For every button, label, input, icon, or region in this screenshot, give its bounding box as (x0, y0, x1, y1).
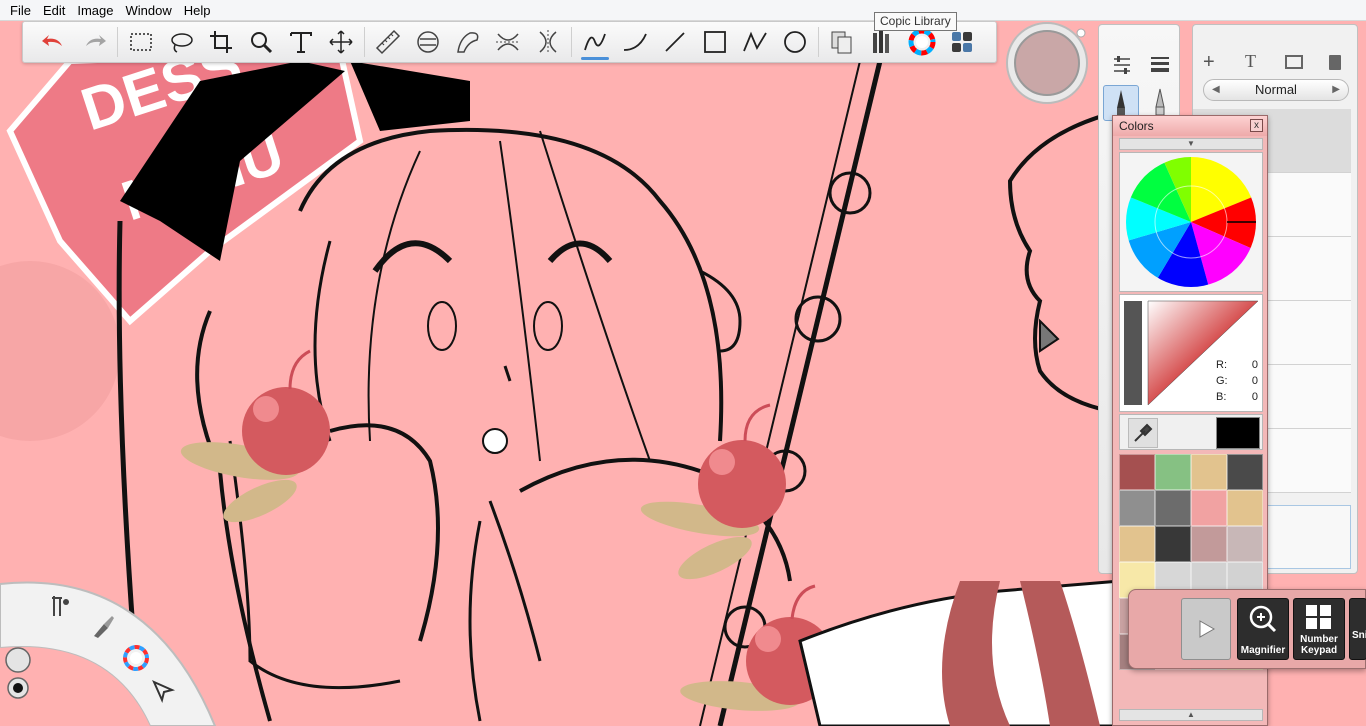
color-swatch[interactable] (1227, 454, 1263, 490)
add-image-layer-icon[interactable] (1285, 55, 1303, 69)
lagoon-tray: Magnifier NumberKeypad Sni (1128, 589, 1366, 669)
saturation-picker[interactable]: R: 0 G: 0 B: 0 (1119, 294, 1263, 412)
current-color-swatch[interactable] (1216, 417, 1260, 449)
main-toolbar (22, 21, 997, 63)
green-value-row: G: 0 (1216, 375, 1258, 388)
magnifier-label: Magnifier (1240, 645, 1286, 656)
number-keypad-label: Number Keypad (1300, 634, 1338, 656)
blue-value-row: B: 0 (1216, 391, 1258, 404)
play-icon[interactable] (1181, 598, 1231, 660)
magnifier-button[interactable]: Magnifier (1237, 598, 1289, 660)
color-swatch[interactable] (1155, 454, 1191, 490)
line-icon[interactable] (658, 24, 692, 60)
french-curve-icon[interactable] (451, 24, 485, 60)
ruler-icon[interactable] (371, 24, 405, 60)
color-swatch[interactable] (1119, 526, 1155, 562)
menu-file[interactable]: File (4, 0, 37, 21)
snip-button[interactable]: Sni (1349, 598, 1366, 660)
chevron-down-icon[interactable]: ▼ (1119, 138, 1263, 150)
move-icon[interactable] (324, 24, 358, 60)
color-swatch[interactable] (1191, 490, 1227, 526)
add-text-layer-icon[interactable]: T (1245, 51, 1256, 72)
redo-icon[interactable] (77, 24, 111, 60)
lagoon-radial-menu (0, 578, 220, 726)
number-keypad-button[interactable]: Number Keypad (1293, 598, 1345, 660)
undo-icon[interactable] (37, 24, 71, 60)
layer-trash-icon[interactable] (1329, 55, 1341, 70)
polyline-icon[interactable] (738, 24, 772, 60)
zoom-icon[interactable] (244, 24, 278, 60)
colors-panel-title: Colors (1113, 116, 1267, 136)
red-value-field[interactable]: 0 (1238, 359, 1258, 372)
color-swatch[interactable] (1227, 526, 1263, 562)
lasso-icon[interactable] (164, 24, 198, 60)
eyedropper-icon[interactable] (1128, 418, 1158, 448)
color-swatch[interactable] (1155, 526, 1191, 562)
color-editor-icon[interactable] (122, 644, 150, 672)
toolbar-separator (818, 27, 819, 57)
brush-icon[interactable] (90, 614, 116, 640)
ellipse-icon[interactable] (778, 24, 812, 60)
blue-value-field[interactable]: 0 (1238, 391, 1258, 404)
toolbar-separator (364, 27, 365, 57)
menu-bar: File Edit Image Window Help (0, 0, 1366, 21)
red-value-row: R: 0 (1216, 359, 1258, 372)
menu-image[interactable]: Image (71, 0, 119, 21)
color-swatch[interactable] (1227, 490, 1263, 526)
menu-edit[interactable]: Edit (37, 0, 71, 21)
color-wheel[interactable] (1119, 152, 1263, 292)
toolbar-separator (117, 27, 118, 57)
symmetry-icon[interactable] (491, 24, 525, 60)
blend-mode-right-icon[interactable]: ▶ (1332, 80, 1340, 100)
blend-mode-select[interactable]: ◀ Normal ▶ (1203, 79, 1349, 101)
stroke-curve-icon[interactable] (618, 24, 652, 60)
tooltip-copic-library: Copic Library (874, 12, 957, 31)
color-puck[interactable] (1003, 21, 1095, 109)
blend-mode-left-icon[interactable]: ◀ (1212, 80, 1220, 100)
select-arrow-icon[interactable] (150, 678, 176, 704)
color-swatch-grid (1119, 454, 1263, 710)
color-swatch[interactable] (1191, 454, 1227, 490)
close-icon[interactable]: x (1250, 119, 1263, 132)
text-icon[interactable] (284, 24, 318, 60)
tools-icon[interactable] (48, 594, 72, 618)
color-swatch[interactable] (1119, 454, 1155, 490)
select-rect-icon[interactable] (124, 24, 158, 60)
eyedropper-row (1119, 414, 1263, 450)
pencil-curve-icon[interactable] (578, 24, 612, 60)
brush-properties-icon[interactable] (1111, 53, 1133, 75)
snip-label: Sni (1352, 630, 1366, 641)
color-swatch[interactable] (1155, 490, 1191, 526)
blend-mode-value: Normal (1255, 82, 1297, 97)
rectangle-icon[interactable] (698, 24, 732, 60)
green-value-field[interactable]: 0 (1238, 375, 1258, 388)
color-swatch[interactable] (1119, 490, 1155, 526)
ellipse-guide-icon[interactable] (411, 24, 445, 60)
menu-window[interactable]: Window (120, 0, 178, 21)
chevron-up-icon[interactable]: ▲ (1119, 709, 1263, 721)
copy-icon[interactable] (825, 24, 859, 60)
color-swatch[interactable] (1191, 526, 1227, 562)
add-layer-icon[interactable]: + (1203, 51, 1215, 74)
crop-icon[interactable] (204, 24, 238, 60)
toolbar-separator (571, 27, 572, 57)
brush-size-icon[interactable] (1149, 53, 1171, 75)
menu-help[interactable]: Help (178, 0, 217, 21)
symmetry-y-icon[interactable] (531, 24, 565, 60)
